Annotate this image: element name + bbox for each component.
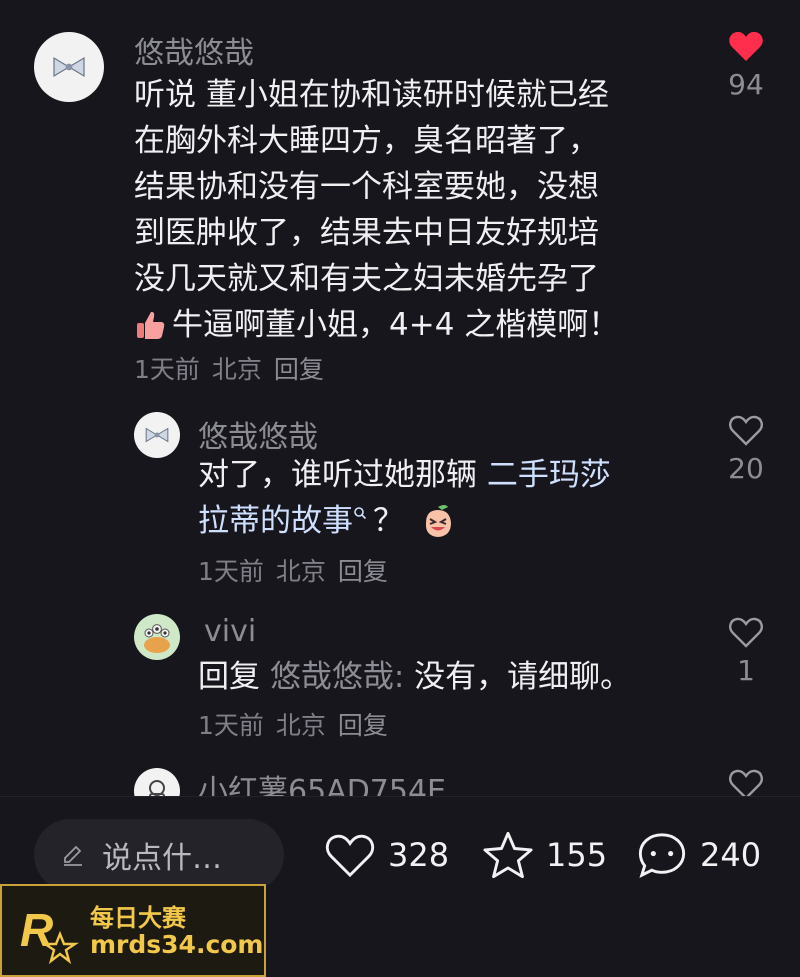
comment-meta: 1天前 北京 回复 — [198, 552, 400, 588]
comment-author[interactable]: 悠哉悠哉 — [134, 28, 254, 72]
reply-comment-2: vivi 回复 悠哉悠哉: 没有，请细聊。 1天前 北京 回复 1 — [0, 600, 800, 750]
post-comment-count: 240 — [700, 836, 762, 874]
comment-1: 悠哉悠哉 听说 董小姐在协和读研时候就已经 在胸外科大睡四方，臭名昭著了， 结果… — [0, 0, 800, 390]
comment-line: 在胸外科大睡四方，臭名昭著了， — [134, 123, 599, 159]
comment-author[interactable]: 悠哉悠哉 — [198, 412, 318, 456]
comment-line: 到医肿收了，结果去中日友好规培 — [134, 215, 599, 251]
like-count: 94 — [728, 68, 764, 101]
comment-text: 听说 董小姐在协和读研时候就已经 在胸外科大睡四方，臭名昭著了， 结果协和没有一… — [134, 72, 694, 348]
heart-outline-icon — [729, 617, 763, 648]
search-link[interactable]: 二手玛莎 — [487, 457, 611, 493]
creature-avatar-icon — [144, 624, 170, 653]
comment-line: 听说 董小姐在协和读研时候就已经 — [134, 77, 609, 113]
watermark-url: mrds34.com — [90, 930, 264, 959]
comment-text-plain: 对了，谁听过她那辆 — [198, 457, 487, 493]
comment-line: 拉蒂的故事 ？ — [198, 498, 698, 544]
like-count: 20 — [728, 452, 764, 485]
search-link[interactable]: 拉蒂的故事 — [198, 498, 353, 544]
comment-last-line: 牛逼啊董小姐，4+4 之楷模啊！ — [172, 307, 620, 343]
comment-author[interactable]: 小红薯65AD754E — [198, 766, 446, 800]
comment-text: 回复 悠哉悠哉: 没有，请细聊。 — [198, 654, 698, 700]
comment-meta: 1天前 北京 回复 — [134, 350, 336, 386]
heart-outline-icon — [325, 834, 375, 878]
comment-line: 对了，谁听过她那辆 二手玛莎 — [198, 452, 698, 498]
comment-text: 对了，谁听过她那辆 二手玛莎 拉蒂的故事 ？ — [198, 452, 698, 544]
avatar[interactable] — [134, 412, 180, 458]
thumbs-up-emoji-icon — [137, 311, 165, 339]
pencil-icon — [60, 842, 86, 868]
comment-location: 北京 — [275, 711, 326, 740]
comment-line: 没几天就又和有夫之妇未婚先孕了 — [134, 261, 599, 297]
watermark-logo: R — [20, 904, 79, 965]
reply-prefix: 回复 — [198, 659, 260, 695]
reply-button[interactable]: 回复 — [274, 355, 324, 384]
reply-to-user[interactable]: 悠哉悠哉: — [270, 659, 404, 695]
reply-button[interactable]: 回复 — [338, 557, 388, 586]
star-outline-icon — [483, 831, 533, 879]
comment-author[interactable]: vivi — [204, 614, 256, 649]
favorite-button[interactable]: 155 — [482, 825, 607, 885]
comment-location: 北京 — [275, 557, 326, 586]
like-count: 1 — [737, 654, 755, 687]
avatar[interactable] — [134, 614, 180, 660]
heart-outline-icon — [729, 415, 763, 446]
svg-text:R: R — [20, 904, 53, 956]
bow-icon — [53, 56, 85, 78]
like-button[interactable]: 1 — [712, 616, 780, 687]
comment-input[interactable]: 说点什… — [34, 819, 284, 891]
avatar[interactable] — [34, 32, 104, 102]
reply-comment-1: 悠哉悠哉 对了，谁听过她那辆 二手玛莎 拉蒂的故事 ？ 1天前 北京 回复 20 — [0, 400, 800, 590]
heart-filled-icon — [729, 31, 763, 61]
like-button[interactable]: 20 — [712, 414, 780, 485]
watermark-title: 每日大赛 — [90, 904, 186, 932]
comment-text-plain: ？ — [373, 503, 404, 539]
chat-bubble-icon — [638, 833, 686, 879]
comment-time: 1天前 — [198, 711, 264, 740]
comment-time: 1天前 — [134, 355, 200, 384]
comment-text-plain: 没有，请细聊。 — [404, 659, 632, 695]
laughing-emoji-icon — [425, 505, 451, 537]
comment-line: 结果协和没有一个科室要她，没想 — [134, 169, 599, 205]
search-small-icon — [354, 507, 367, 520]
comment-meta: 1天前 北京 回复 — [198, 706, 400, 742]
reply-button[interactable]: 回复 — [338, 711, 388, 740]
comment-input-placeholder: 说点什… — [102, 841, 222, 876]
comment-line: 牛逼啊董小姐，4+4 之楷模啊！ — [134, 302, 694, 348]
like-post-button[interactable]: 328 — [324, 825, 449, 885]
reply-comment-3: 小红薯65AD754E — [0, 760, 800, 800]
comment-time: 1天前 — [198, 557, 264, 586]
post-like-count: 328 — [388, 836, 450, 874]
post-favorite-count: 155 — [546, 836, 608, 874]
like-button[interactable]: 94 — [712, 30, 780, 101]
comments-button[interactable]: 240 — [636, 825, 761, 885]
watermark: R 每日大赛 mrds34.com — [0, 884, 266, 977]
comment-location: 北京 — [211, 355, 262, 384]
bow-icon — [145, 427, 169, 443]
